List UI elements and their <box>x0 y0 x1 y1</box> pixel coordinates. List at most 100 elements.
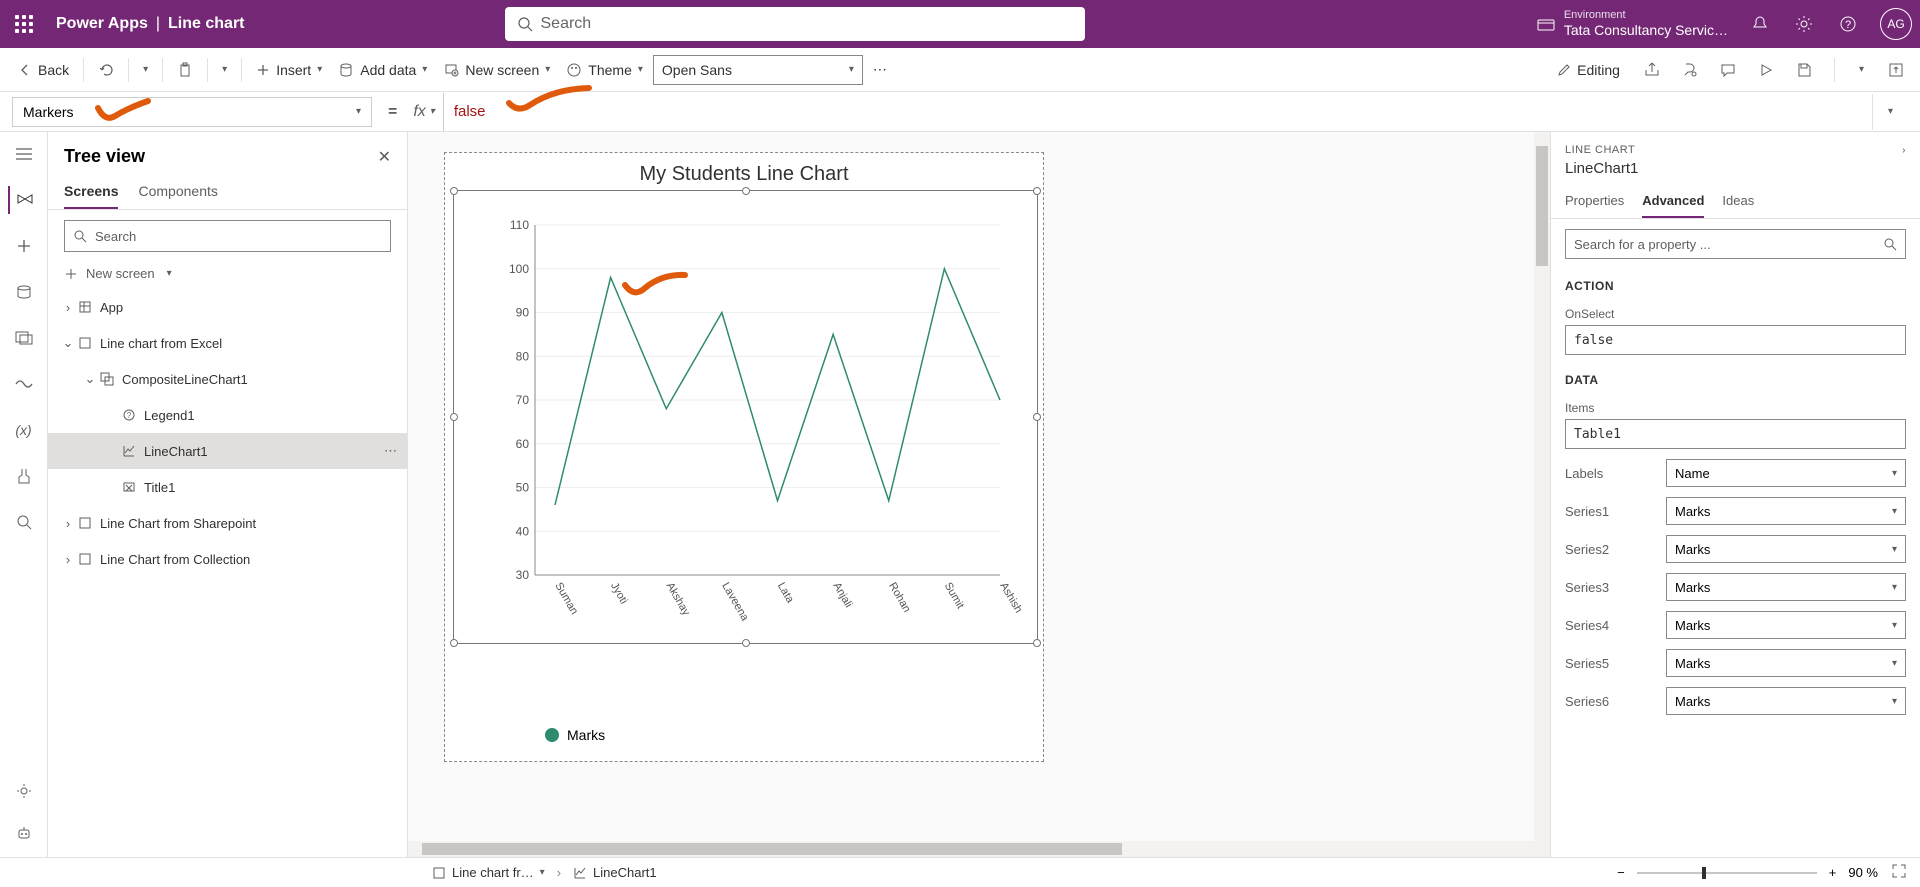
series-selector[interactable]: Name▾ <box>1666 459 1906 487</box>
items-input[interactable]: Table1 <box>1565 419 1906 449</box>
help-icon[interactable]: ? <box>1836 12 1860 36</box>
new-screen-button[interactable]: New screen▾ <box>437 58 556 82</box>
status-bar: Line chart fr…▾ › LineChart1 − + 90 % <box>0 857 1920 887</box>
legend-swatch <box>545 728 559 742</box>
panel-expand-icon[interactable]: › <box>1902 145 1906 156</box>
control-name: LineChart1 <box>1551 160 1920 185</box>
tab-ideas[interactable]: Ideas <box>1722 185 1754 218</box>
rail-tools-icon[interactable] <box>8 462 40 490</box>
section-action: ACTION <box>1565 279 1906 293</box>
save-icon[interactable] <box>1792 58 1816 82</box>
series-row: Series2Marks▾ <box>1565 535 1906 563</box>
series-row: Series4Marks▾ <box>1565 611 1906 639</box>
app-launcher-icon[interactable] <box>8 8 40 40</box>
notifications-icon[interactable] <box>1748 12 1772 36</box>
overflow-button[interactable]: ⋯ <box>867 57 893 82</box>
rail-insert-icon[interactable] <box>8 232 40 260</box>
rail-search-icon[interactable] <box>8 508 40 536</box>
environment-picker[interactable]: Environment Tata Consultancy Servic… <box>1536 9 1728 39</box>
canvas[interactable]: My Students Line Chart 30405060708090100… <box>408 132 1550 857</box>
save-more[interactable]: ▾ <box>1853 60 1870 79</box>
tab-properties[interactable]: Properties <box>1565 185 1624 218</box>
rail-hamburger-icon[interactable] <box>8 140 40 168</box>
tree-view-panel: Tree view ✕ Screens Components Search Ne… <box>48 132 408 857</box>
app-title: Power Apps|Line chart <box>56 15 245 33</box>
tree-item-app[interactable]: ›App <box>48 289 407 325</box>
tree-item-title[interactable]: Title1 <box>48 469 407 505</box>
zoom-slider[interactable] <box>1637 872 1817 874</box>
tree-item-composite[interactable]: ⌄CompositeLineChart1 <box>48 361 407 397</box>
paste-button[interactable] <box>171 58 199 82</box>
insert-button[interactable]: Insert▾ <box>250 58 328 82</box>
screen-icon <box>76 552 94 566</box>
more-icon[interactable]: ⋯ <box>384 443 397 459</box>
vertical-scrollbar[interactable] <box>1534 132 1550 857</box>
series-row: Series6Marks▾ <box>1565 687 1906 715</box>
clipboard-icon <box>177 62 193 78</box>
series-selector[interactable]: Marks▾ <box>1666 687 1906 715</box>
property-selector[interactable]: Markers▾ <box>12 97 372 127</box>
search-icon <box>1883 237 1897 251</box>
avatar[interactable]: AG <box>1880 8 1912 40</box>
onselect-input[interactable]: false <box>1565 325 1906 355</box>
series-selector[interactable]: Marks▾ <box>1666 649 1906 677</box>
tree-item-collection-screen[interactable]: ›Line Chart from Collection <box>48 541 407 577</box>
undo-more[interactable]: ▾ <box>137 60 154 79</box>
tree-search-input[interactable]: Search <box>64 220 391 252</box>
zoom-out-button[interactable]: − <box>1617 865 1625 880</box>
environment-icon <box>1536 14 1556 34</box>
tree-item-excel-screen[interactable]: ⌄Line chart from Excel <box>48 325 407 361</box>
tab-advanced[interactable]: Advanced <box>1642 185 1704 218</box>
rail-tree-view-icon[interactable] <box>8 186 40 214</box>
app-icon <box>76 300 94 314</box>
close-icon[interactable]: ✕ <box>378 147 391 167</box>
settings-icon[interactable] <box>1792 12 1816 36</box>
tree-new-screen[interactable]: New screen▾ <box>64 266 391 281</box>
series-selector[interactable]: Marks▾ <box>1666 497 1906 525</box>
back-button[interactable]: Back <box>12 58 75 82</box>
screen-plus-icon <box>443 62 459 78</box>
series-selector[interactable]: Marks▾ <box>1666 573 1906 601</box>
breadcrumb-control[interactable]: LineChart1 <box>573 865 657 880</box>
paste-more[interactable]: ▾ <box>216 60 233 79</box>
add-data-button[interactable]: Add data▾ <box>332 58 433 82</box>
tab-screens[interactable]: Screens <box>64 175 118 209</box>
series-label: Labels <box>1565 466 1603 481</box>
rail-media-icon[interactable] <box>8 324 40 352</box>
font-selector[interactable]: Open Sans▾ <box>653 55 863 85</box>
theme-button[interactable]: Theme▾ <box>560 58 649 82</box>
tree-item-sharepoint-screen[interactable]: ›Line Chart from Sharepoint <box>48 505 407 541</box>
undo-button[interactable] <box>92 58 120 82</box>
global-search[interactable]: Search <box>505 7 1085 41</box>
rail-virtual-agent-icon[interactable] <box>8 819 40 847</box>
rail-flows-icon[interactable] <box>8 370 40 398</box>
rail-settings-icon[interactable] <box>8 777 40 805</box>
rail-data-icon[interactable] <box>8 278 40 306</box>
horizontal-scrollbar[interactable] <box>408 841 1534 857</box>
publish-icon[interactable] <box>1884 58 1908 82</box>
editing-mode[interactable]: Editing <box>1551 58 1626 82</box>
fit-to-window-icon[interactable] <box>1890 862 1908 883</box>
series-selector[interactable]: Marks▾ <box>1666 611 1906 639</box>
zoom-value: 90 % <box>1848 865 1878 880</box>
section-data: DATA <box>1565 373 1906 387</box>
formula-expand[interactable]: ▾ <box>1872 94 1908 130</box>
legend-icon: ? <box>120 408 138 422</box>
zoom-in-button[interactable]: + <box>1829 865 1837 880</box>
share-icon[interactable] <box>1640 58 1664 82</box>
tree-item-linechart[interactable]: LineChart1⋯ <box>48 433 407 469</box>
formula-input[interactable]: false <box>443 93 1864 131</box>
preview-icon[interactable] <box>1754 58 1778 82</box>
property-search[interactable]: Search for a property ... <box>1565 229 1906 259</box>
equals-label: = <box>388 103 397 121</box>
series-selector[interactable]: Marks▾ <box>1666 535 1906 563</box>
rail-variables-icon[interactable]: (x) <box>8 416 40 444</box>
line-chart-icon <box>120 444 138 458</box>
comments-icon[interactable] <box>1716 58 1740 82</box>
line-chart-icon <box>573 866 587 880</box>
group-icon <box>98 372 116 386</box>
app-checker-icon[interactable] <box>1678 58 1702 82</box>
breadcrumb-screen[interactable]: Line chart fr…▾ <box>432 865 545 880</box>
tab-components[interactable]: Components <box>138 175 217 209</box>
tree-item-legend[interactable]: ?Legend1 <box>48 397 407 433</box>
